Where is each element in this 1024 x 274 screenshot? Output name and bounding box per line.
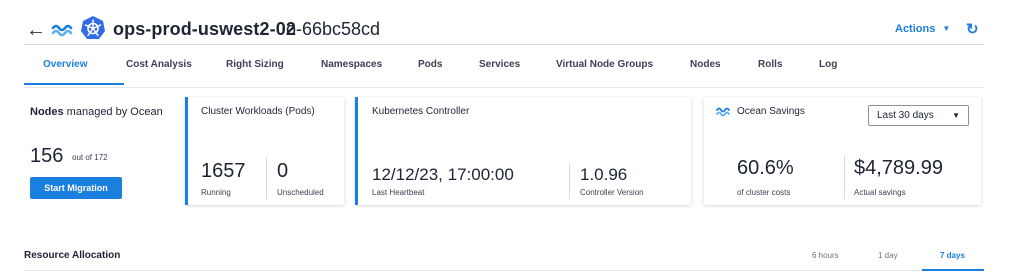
caret-down-icon: ▼ bbox=[952, 111, 960, 120]
last-heartbeat-label: Last Heartbeat bbox=[372, 188, 425, 197]
running-pods-label: Running bbox=[201, 188, 231, 197]
cluster-workloads-card: Cluster Workloads (Pods) 1657 Running 0 … bbox=[185, 97, 344, 205]
ocean-waves-icon bbox=[51, 24, 73, 37]
kubernetes-icon bbox=[81, 16, 105, 39]
nodes-title-rest: managed by Ocean bbox=[63, 106, 163, 118]
nodes-count: 156 bbox=[30, 145, 64, 167]
ocean-savings-card: Ocean Savings Last 30 days ▼ 60.6% of cl… bbox=[704, 97, 981, 205]
tab-services[interactable]: Services bbox=[479, 59, 520, 70]
resource-divider bbox=[24, 270, 984, 271]
actions-label: Actions bbox=[895, 23, 936, 35]
nodes-card: Nodes managed by Ocean 156 out of 172 St… bbox=[24, 97, 174, 205]
unscheduled-pods-label: Unscheduled bbox=[277, 188, 324, 197]
range-1-day[interactable]: 1 day bbox=[878, 251, 898, 260]
cluster-id: o-66bc58cd bbox=[286, 19, 381, 39]
tab-nodes[interactable]: Nodes bbox=[690, 59, 721, 70]
kubernetes-controller-card: Kubernetes Controller 12/12/23, 17:00:00… bbox=[355, 97, 691, 205]
controller-card-title: Kubernetes Controller bbox=[372, 106, 470, 117]
range-6-hours[interactable]: 6 hours bbox=[812, 251, 839, 260]
active-range-indicator bbox=[922, 269, 984, 271]
tabs-divider bbox=[24, 87, 984, 88]
controller-divider bbox=[569, 163, 570, 199]
savings-period-value: Last 30 days bbox=[877, 110, 934, 121]
workloads-card-title: Cluster Workloads (Pods) bbox=[201, 106, 315, 117]
back-arrow-icon[interactable]: ← bbox=[26, 20, 46, 40]
range-7-days[interactable]: 7 days bbox=[940, 251, 965, 260]
nodes-title-bold: Nodes bbox=[30, 106, 64, 118]
tab-rolls[interactable]: Rolls bbox=[758, 59, 782, 70]
tab-right-sizing[interactable]: Right Sizing bbox=[226, 59, 284, 70]
resource-allocation-title: Resource Allocation bbox=[24, 250, 121, 261]
ocean-waves-icon bbox=[716, 107, 730, 117]
savings-divider bbox=[844, 155, 845, 199]
nodes-total: out of 172 bbox=[72, 153, 108, 162]
running-pods-value: 1657 bbox=[201, 160, 246, 182]
last-heartbeat-value: 12/12/23, 17:00:00 bbox=[372, 165, 514, 184]
tab-pods[interactable]: Pods bbox=[418, 59, 442, 70]
tab-cost-analysis[interactable]: Cost Analysis bbox=[126, 59, 192, 70]
active-tab-indicator bbox=[24, 83, 124, 85]
caret-down-icon: ▼ bbox=[942, 24, 951, 33]
start-migration-button[interactable]: Start Migration bbox=[30, 177, 122, 199]
controller-version-label: Controller Version bbox=[580, 188, 644, 197]
actions-menu[interactable]: Actions ▼ bbox=[895, 23, 950, 35]
nodes-card-title: Nodes managed by Ocean bbox=[30, 106, 163, 118]
savings-period-select[interactable]: Last 30 days ▼ bbox=[868, 105, 969, 126]
tab-virtual-node-groups[interactable]: Virtual Node Groups bbox=[556, 59, 653, 70]
controller-version-value: 1.0.96 bbox=[580, 165, 628, 184]
tab-namespaces[interactable]: Namespaces bbox=[321, 59, 382, 70]
tab-overview[interactable]: Overview bbox=[43, 59, 87, 70]
savings-percent-value: 60.6% bbox=[737, 157, 794, 179]
savings-percent-label: of cluster costs bbox=[737, 188, 791, 197]
tab-bar: Overview Cost Analysis Right Sizing Name… bbox=[24, 45, 984, 87]
unscheduled-pods-value: 0 bbox=[277, 160, 289, 182]
tab-log[interactable]: Log bbox=[819, 59, 837, 70]
savings-card-title: Ocean Savings bbox=[737, 106, 805, 117]
refresh-icon[interactable]: ↻ bbox=[966, 20, 979, 38]
actual-savings-value: $4,789.99 bbox=[854, 157, 943, 179]
workloads-divider bbox=[266, 157, 267, 199]
cluster-name: ops-prod-uswest2-02 bbox=[113, 19, 296, 39]
actual-savings-label: Actual savings bbox=[854, 188, 906, 197]
